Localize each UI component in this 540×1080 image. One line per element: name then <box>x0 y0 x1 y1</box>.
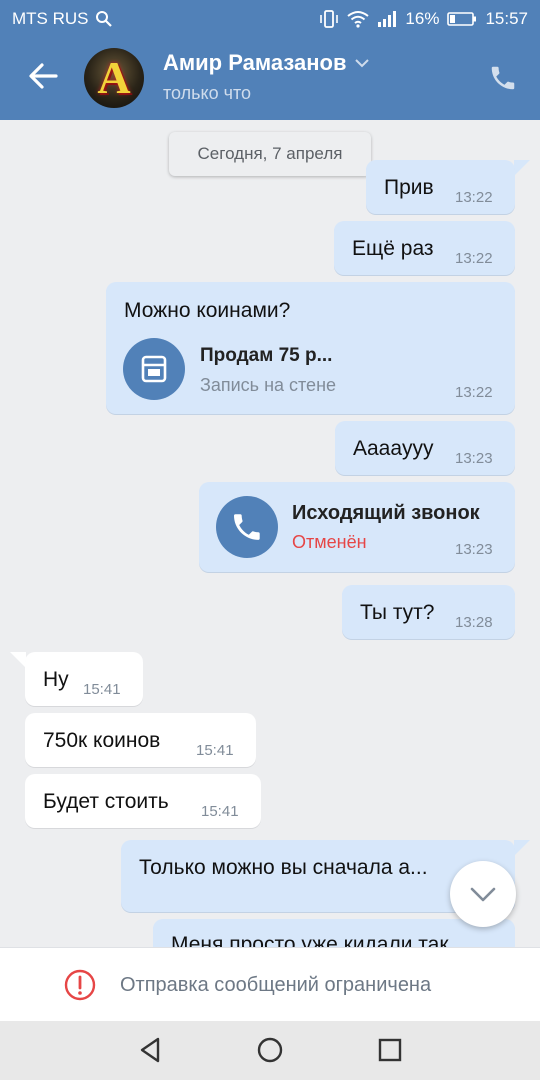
message-time: 15:41 <box>83 681 121 698</box>
restriction-text: Отправка сообщений ограничена <box>120 974 432 996</box>
message-text: Aaaayyy <box>353 437 434 460</box>
message-text: Будет стоить <box>43 790 169 813</box>
message-bubble-outgoing[interactable]: Прив 13:22 <box>366 160 515 214</box>
message-bubble-outgoing[interactable]: Aaaayyy 13:23 <box>335 421 515 475</box>
avatar-letter: A <box>97 52 131 103</box>
call-status: Отменён <box>292 532 367 552</box>
message-time: 13:22 <box>455 384 493 401</box>
message-text: Ещё раз <box>352 237 434 260</box>
message-time: 15:41 <box>201 803 239 820</box>
battery-icon <box>447 12 477 26</box>
message-bubble-outgoing[interactable]: Ещё раз 13:22 <box>334 221 515 275</box>
wifi-icon <box>347 11 370 28</box>
phone-icon[interactable] <box>488 63 518 93</box>
search-icon <box>95 11 112 27</box>
date-separator: Сегодня, 7 апреля <box>169 132 371 176</box>
call-icon[interactable] <box>216 496 278 558</box>
chat-header: A Амир Рамазанов только что <box>0 36 540 120</box>
contact-name: Амир Рамазанов <box>163 50 347 75</box>
carrier-label: MTS RUS <box>12 9 89 28</box>
avatar[interactable]: A <box>84 48 144 108</box>
bubble-tail <box>10 652 26 668</box>
message-time: 13:22 <box>455 250 493 267</box>
system-nav-bar <box>0 1021 540 1080</box>
bubble-tail <box>514 840 530 856</box>
message-time: 15:41 <box>196 742 234 759</box>
signal-icon <box>378 11 397 27</box>
nav-recents-icon[interactable] <box>375 1035 405 1065</box>
call-message-bubble[interactable]: Исходящий звонок Отменён 13:23 <box>199 482 515 572</box>
bubble-tail <box>514 160 530 176</box>
message-text: 750к коинов <box>43 729 161 752</box>
message-bubble-outgoing[interactable]: Можно коинами? Продам 75 р... Запись на … <box>106 282 515 414</box>
message-time: 13:22 <box>455 189 493 206</box>
message-bubble-incoming[interactable]: Будет стоить 15:41 <box>25 774 261 828</box>
scroll-down-icon <box>470 887 496 902</box>
attachment-subtitle: Запись на стене <box>200 375 337 395</box>
warning-icon <box>64 969 96 1001</box>
call-title: Исходящий звонок <box>292 502 480 524</box>
message-time: 13:23 <box>455 541 493 558</box>
attachment-title[interactable]: Продам 75 р... <box>200 345 332 367</box>
message-text: Ты тут? <box>360 601 435 624</box>
contact-name-row[interactable]: Амир Рамазанов <box>163 50 370 76</box>
clock: 15:57 <box>485 9 528 28</box>
vibrate-icon <box>320 10 339 28</box>
message-time: 13:28 <box>455 614 493 631</box>
battery-percent: 16% <box>405 9 440 28</box>
messaging-restricted-bar: Отправка сообщений ограничена <box>0 947 540 1021</box>
contact-presence: только что <box>163 83 252 103</box>
message-text: Прив <box>384 176 434 199</box>
nav-home-icon[interactable] <box>255 1035 285 1065</box>
message-text: Можно коинами? <box>124 299 291 322</box>
chevron-down-icon <box>355 59 370 68</box>
message-bubble-incoming[interactable]: Ну 15:41 <box>25 652 143 706</box>
scroll-down-button[interactable] <box>450 861 516 927</box>
message-bubble-outgoing[interactable]: Ты тут? 13:28 <box>342 585 515 639</box>
nav-back-icon[interactable] <box>136 1035 166 1065</box>
wall-post-icon[interactable] <box>123 338 185 400</box>
status-bar: MTS RUS 16% 15:57 <box>0 0 540 36</box>
message-text: Только можно вы сначала а... <box>139 856 428 879</box>
message-bubble-incoming[interactable]: 750к коинов 15:41 <box>25 713 256 767</box>
message-time: 13:23 <box>455 450 493 467</box>
message-text: Ну <box>43 668 69 691</box>
message-text: Меня просто уже кидали так <box>171 933 449 947</box>
back-arrow-icon[interactable] <box>26 58 62 94</box>
